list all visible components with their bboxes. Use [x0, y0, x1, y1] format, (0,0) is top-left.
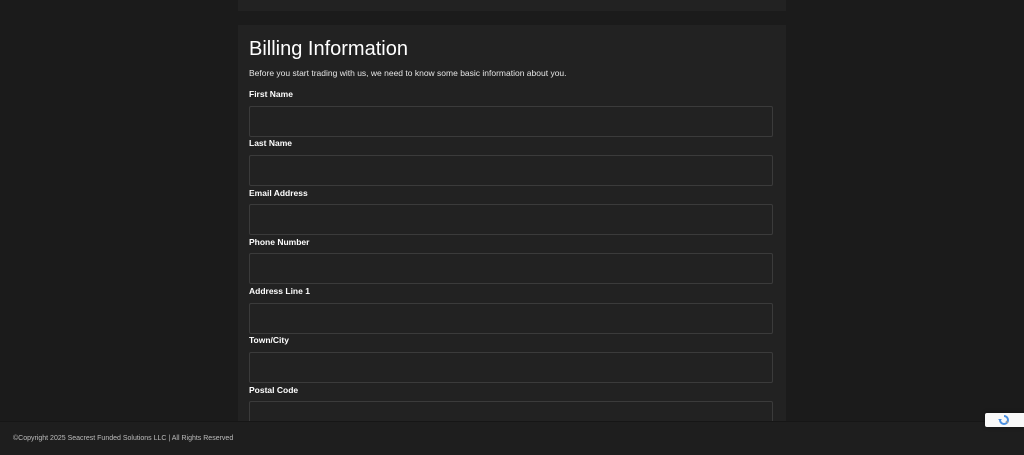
recaptcha-badge[interactable]: [985, 413, 1024, 427]
postal-code-label: Postal Code: [249, 385, 299, 395]
billing-information-card: Billing Information Before you start tra…: [238, 25, 786, 455]
page: Billing Information Before you start tra…: [0, 0, 1024, 455]
address-line-1-label: Address Line 1: [249, 286, 310, 296]
town-city-label: Town/City: [249, 335, 289, 345]
billing-subtitle: Before you start trading with us, we nee…: [249, 68, 567, 78]
address-line-1-input[interactable]: [249, 303, 773, 334]
last-name-label: Last Name: [249, 138, 292, 148]
recaptcha-icon: [998, 415, 1009, 425]
last-name-input[interactable]: [249, 155, 773, 186]
first-name-input[interactable]: [249, 106, 773, 137]
town-city-input[interactable]: [249, 352, 773, 383]
first-name-label: First Name: [249, 89, 293, 99]
email-address-input[interactable]: [249, 204, 773, 235]
phone-number-input[interactable]: [249, 253, 773, 284]
copyright-text: ©Copyright 2025 Seacrest Funded Solution…: [13, 435, 234, 442]
email-address-label: Email Address: [249, 188, 308, 198]
billing-title: Billing Information: [249, 38, 408, 60]
phone-number-label: Phone Number: [249, 237, 310, 247]
previous-section-card: [238, 0, 786, 11]
site-footer: ©Copyright 2025 Seacrest Funded Solution…: [0, 421, 1024, 455]
